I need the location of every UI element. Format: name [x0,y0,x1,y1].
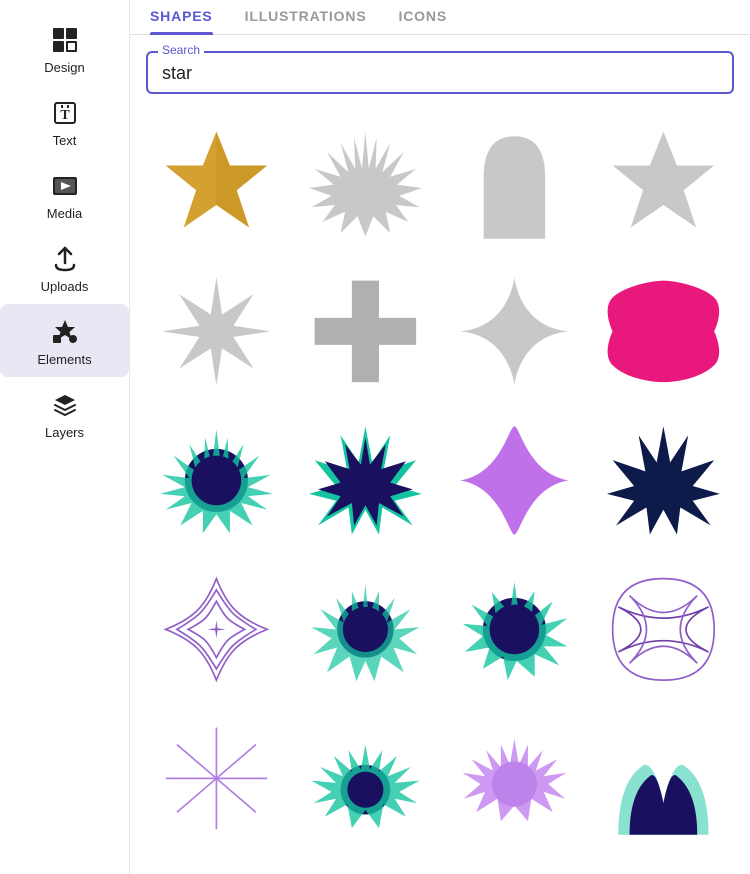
tabs-nav: SHAPES ILLUSTRATIONS ICONS [130,8,750,35]
shape-arch[interactable] [444,112,585,253]
design-icon [51,26,79,54]
search-label: Search [158,43,204,57]
sidebar-item-elements-label: Elements [37,352,91,367]
shape-dark-blob[interactable] [444,559,585,700]
shape-4point-sparkle[interactable] [444,261,585,402]
sidebar-item-text-label: Text [53,133,77,148]
shape-pink-puff[interactable] [593,261,734,402]
elements-icon [51,318,79,346]
sidebar-item-text[interactable]: T Text [0,85,129,158]
shape-line-burst[interactable] [146,708,287,849]
main-content: SHAPES ILLUSTRATIONS ICONS Search [130,0,750,874]
sidebar-item-media-label: Media [47,206,82,221]
shape-circle-sparkle[interactable] [146,559,287,700]
shape-simple-star[interactable] [593,112,734,253]
tab-icons[interactable]: ICONS [399,8,448,34]
sidebar-item-elements[interactable]: Elements [0,304,129,377]
search-section: Search [130,35,750,104]
sidebar-item-uploads-label: Uploads [41,279,89,294]
sidebar-item-layers-label: Layers [45,425,84,440]
shape-purple-sparkle[interactable] [444,410,585,551]
tab-illustrations[interactable]: ILLUSTRATIONS [245,8,367,34]
shape-purple-hourglass[interactable] [593,559,734,700]
search-input[interactable] [162,63,718,84]
sidebar-item-media[interactable]: Media [0,158,129,231]
search-box: Search [146,51,734,94]
text-icon: T [51,99,79,127]
shapes-grid [130,104,750,874]
shape-teal-bump[interactable] [593,708,734,849]
shape-cross[interactable] [295,261,436,402]
sidebar-item-layers[interactable]: Layers [0,377,129,450]
sidebar-item-design[interactable]: Design [0,12,129,85]
svg-text:T: T [60,108,70,123]
shape-purple-sun[interactable] [444,708,585,849]
sidebar-item-design-label: Design [44,60,84,75]
shape-6point-burst[interactable] [146,261,287,402]
tab-shapes[interactable]: SHAPES [150,8,213,34]
layers-icon [51,391,79,419]
uploads-icon [51,245,79,273]
shape-dark-spiky[interactable] [146,410,287,551]
media-icon [51,172,79,200]
shape-gold-star[interactable] [146,112,287,253]
shape-teal-spiky2[interactable] [295,708,436,849]
shape-dark-8point[interactable] [295,410,436,551]
shape-spiky-burst[interactable] [295,112,436,253]
shape-navy-8point[interactable] [593,410,734,551]
shape-dark-spiky2[interactable] [295,559,436,700]
sidebar: Design T Text Media [0,0,130,874]
sidebar-item-uploads[interactable]: Uploads [0,231,129,304]
